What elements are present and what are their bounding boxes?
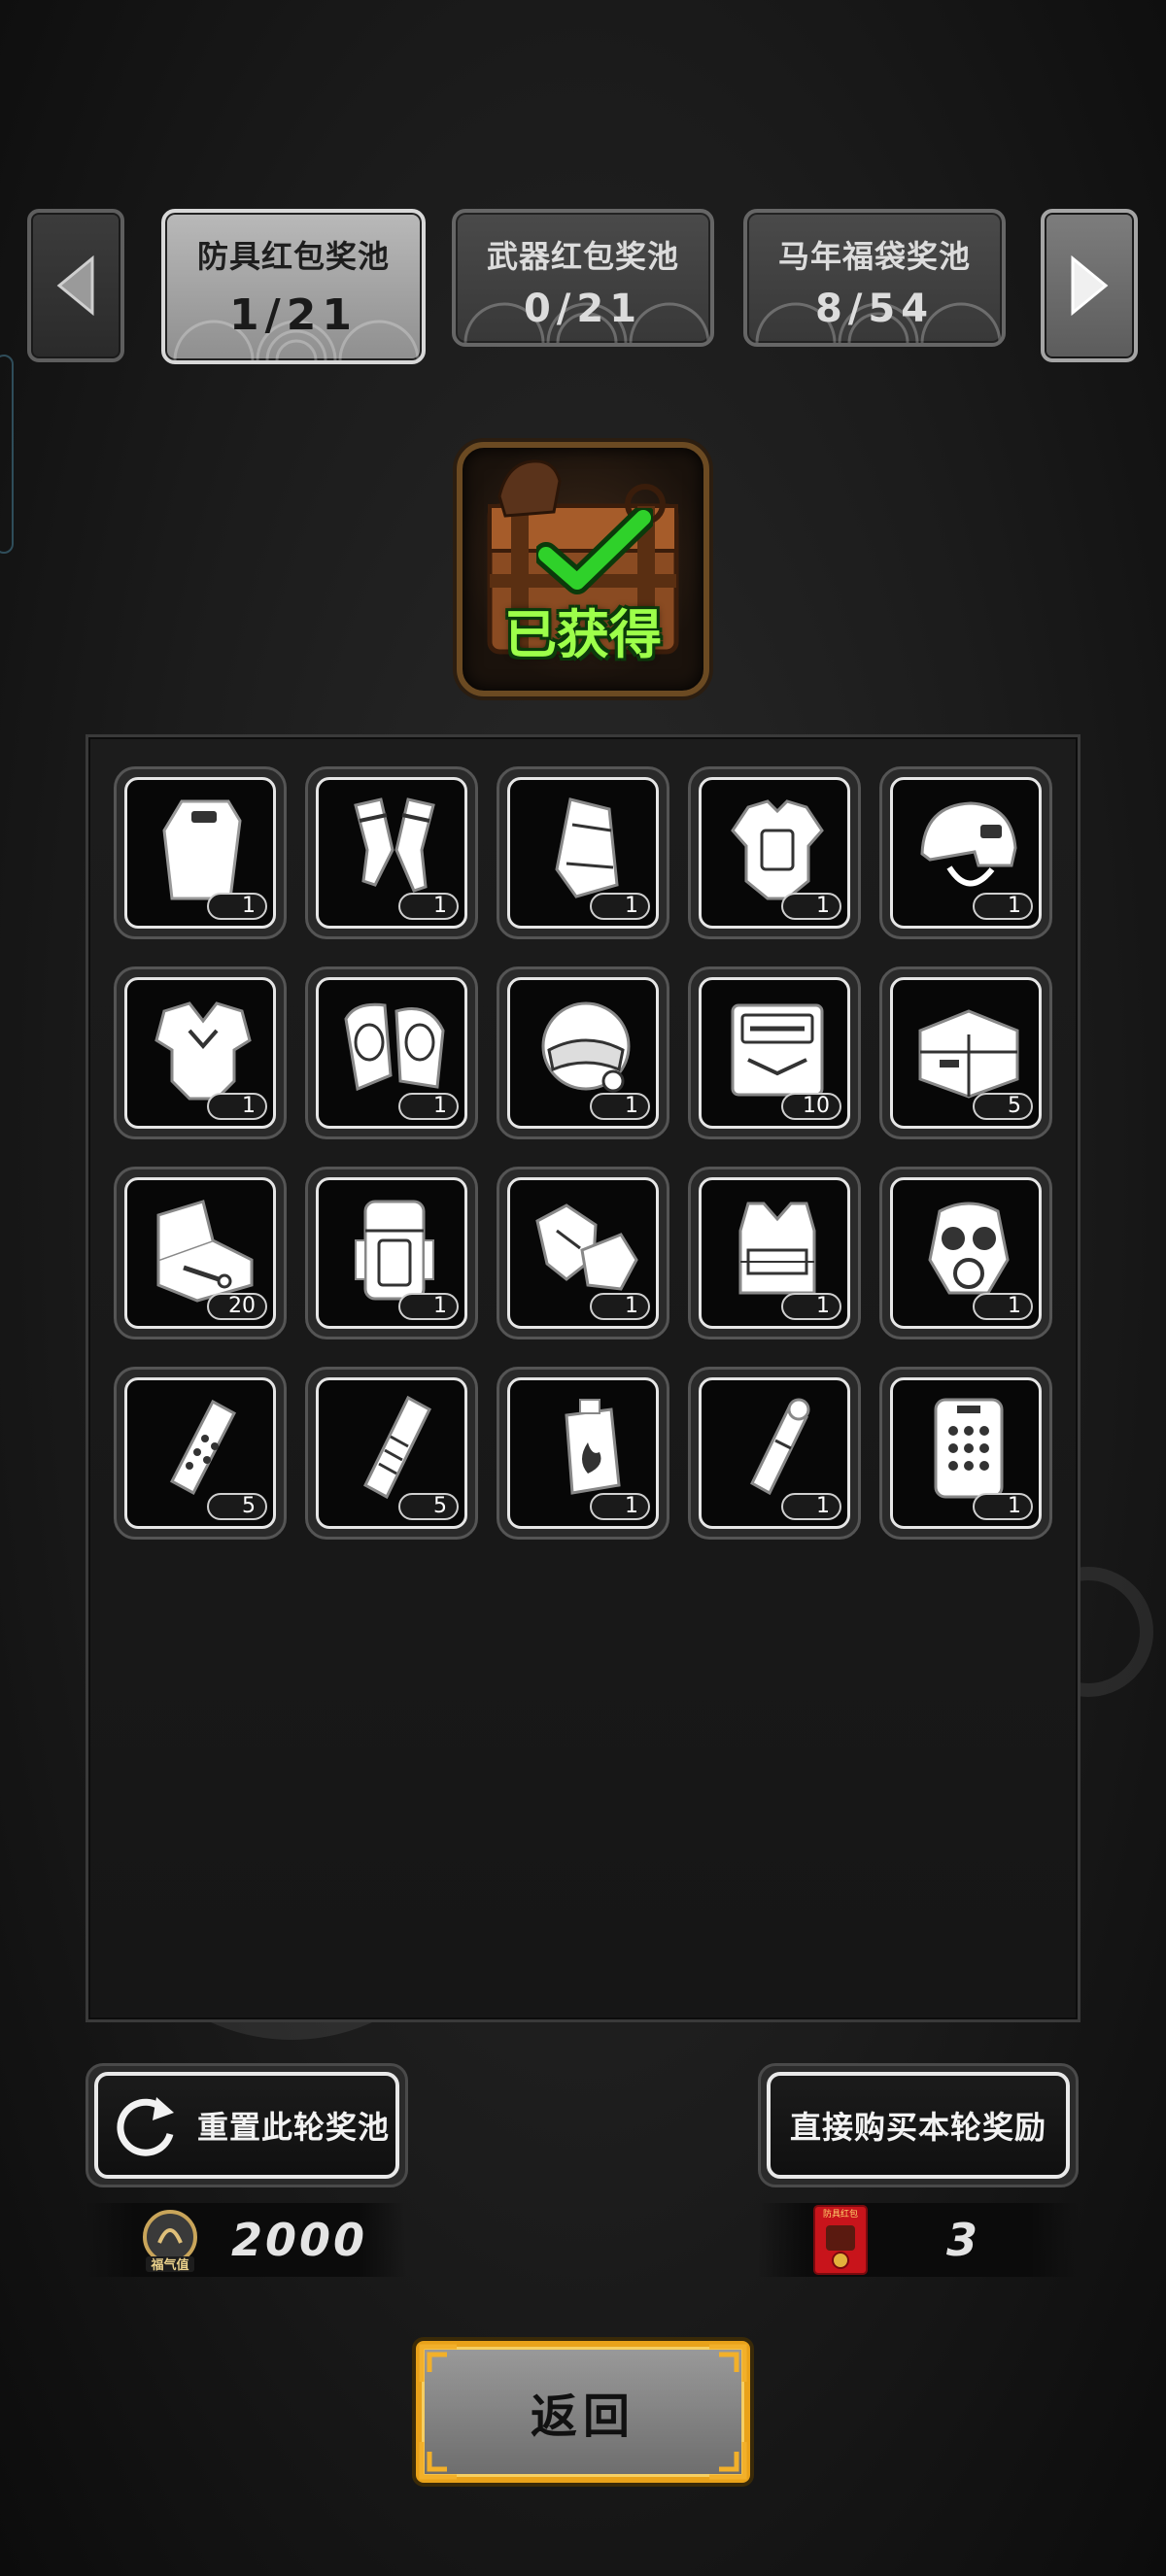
riot-shield-icon [162, 799, 242, 900]
fortune-icon-label: 福气值 [150, 2257, 189, 2272]
reward-item[interactable]: 1 [879, 766, 1052, 939]
item-quantity: 1 [781, 893, 841, 920]
corner-ornament-icon [709, 2344, 747, 2382]
arm-guard-icon [555, 797, 619, 898]
reward-item[interactable]: 1 [879, 1367, 1052, 1540]
previous-tab-button[interactable] [27, 209, 124, 362]
tab-armor-pool[interactable]: 防具红包奖池 1/21 [161, 209, 426, 364]
item-quantity: 1 [590, 893, 650, 920]
tactical-helmet-icon [920, 801, 1017, 887]
buy-round-reward-label: 直接购买本轮奖励 [789, 2109, 1046, 2146]
reward-item[interactable]: 1 [114, 966, 287, 1139]
item-quantity: 1 [207, 893, 267, 920]
tab-progress-count: 0/21 [523, 287, 643, 331]
repair-kit-icon [731, 1003, 824, 1097]
reward-item[interactable]: 5 [305, 1367, 478, 1540]
item-quantity: 1 [398, 1293, 459, 1320]
reset-pool-button[interactable]: 重置此轮奖池 [86, 2063, 408, 2187]
frag-grenade-icon [169, 1399, 237, 1496]
reward-item[interactable]: 5 [114, 1367, 287, 1540]
body-armor-icon [731, 799, 824, 900]
item-quantity: 1 [207, 1093, 267, 1120]
reset-pool-label: 重置此轮奖池 [197, 2109, 391, 2146]
tab-horse-year-pool[interactable]: 马年福袋奖池 8/54 [743, 209, 1006, 347]
armored-vest-icon [154, 1001, 252, 1101]
reward-item[interactable]: 1 [305, 1167, 478, 1339]
return-button[interactable]: 返回 [416, 2341, 750, 2483]
item-quantity: 5 [398, 1493, 459, 1520]
heavy-shield-icon [934, 1398, 1004, 1499]
item-quantity: 1 [973, 1493, 1033, 1520]
reward-item[interactable]: 1 [879, 1167, 1052, 1339]
tab-progress-count: 8/54 [814, 287, 935, 331]
fortune-coin-icon: 福气值 [138, 2208, 202, 2273]
corner-ornament-icon [709, 2442, 747, 2480]
plate-carrier-icon [738, 1202, 816, 1295]
reward-item[interactable]: 10 [688, 966, 861, 1139]
reward-item[interactable]: 1 [497, 966, 669, 1139]
arrow-right-icon [1071, 254, 1109, 317]
item-quantity: 5 [207, 1493, 267, 1520]
check-mark-icon [536, 508, 653, 594]
item-quantity: 1 [398, 893, 459, 920]
reward-item[interactable]: 1 [114, 766, 287, 939]
reward-item[interactable]: 5 [879, 966, 1052, 1139]
gloves-icon [535, 1203, 638, 1291]
visor-helmet-icon [541, 1001, 631, 1093]
incendiary-grenade-icon [565, 1399, 621, 1495]
tab-label: 武器红包奖池 [486, 238, 679, 275]
corner-ornament-icon [419, 2442, 457, 2480]
red-packet-icon-label: 防具红包 [823, 2208, 858, 2220]
stun-grenade-icon [363, 1395, 431, 1500]
reward-item[interactable]: 1 [497, 1367, 669, 1540]
shin-guards-icon [354, 797, 435, 893]
obtained-label: 已获得 [504, 604, 662, 665]
item-quantity: 1 [781, 1493, 841, 1520]
fortune-points-display: 福气值 2000 [86, 2203, 406, 2277]
fortune-points-value: 2000 [231, 2214, 368, 2266]
reward-item[interactable]: 1 [688, 1367, 861, 1540]
tool-case-icon [156, 1200, 254, 1303]
arrow-left-icon [56, 254, 94, 317]
item-quantity: 1 [398, 1093, 459, 1120]
item-quantity: 1 [973, 1293, 1033, 1320]
red-packet-count-display: 防具红包 3 [758, 2203, 1079, 2277]
refresh-icon [117, 2097, 174, 2156]
red-packet-count-value: 3 [946, 2214, 981, 2266]
red-packet-icon: 防具红包 [812, 2204, 869, 2276]
reward-item[interactable]: 1 [497, 766, 669, 939]
next-tab-button[interactable] [1041, 209, 1138, 362]
obtained-chest[interactable]: 已获得 [457, 442, 709, 696]
return-label: 返回 [530, 2390, 635, 2444]
backpack-icon [355, 1200, 434, 1301]
reward-grid-panel: 1 1 1 1 1 1 1 1 10 5 20 1 1 1 1 5 5 1 1 … [86, 734, 1080, 2022]
item-quantity: 1 [973, 893, 1033, 920]
tab-progress-count: 1/21 [229, 290, 358, 340]
item-quantity: 1 [781, 1293, 841, 1320]
reward-item[interactable]: 1 [305, 966, 478, 1139]
reward-item[interactable]: 1 [688, 1167, 861, 1339]
buy-round-reward-button[interactable]: 直接购买本轮奖励 [758, 2063, 1079, 2187]
knee-pads-icon [344, 1002, 445, 1092]
reward-item[interactable]: 20 [114, 1167, 287, 1339]
reward-item[interactable]: 1 [497, 1167, 669, 1339]
side-edge-decoration [0, 355, 14, 554]
smoke-grenade-icon [750, 1398, 810, 1496]
item-quantity: 1 [590, 1093, 650, 1120]
tab-label: 防具红包奖池 [196, 238, 390, 275]
item-quantity: 5 [973, 1093, 1033, 1120]
toolbox-icon [918, 1009, 1019, 1099]
tab-label: 马年福袋奖池 [777, 238, 971, 275]
gas-mask-icon [928, 1202, 1010, 1295]
item-quantity: 1 [590, 1493, 650, 1520]
pool-tab-bar: 防具红包奖池 1/21 武器红包奖池 0/21 马年福袋奖池 8/54 [27, 209, 1140, 364]
corner-ornament-icon [419, 2344, 457, 2382]
tab-weapon-pool[interactable]: 武器红包奖池 0/21 [452, 209, 714, 347]
item-quantity: 1 [590, 1293, 650, 1320]
item-quantity: 20 [207, 1293, 267, 1320]
reward-item[interactable]: 1 [688, 766, 861, 939]
reward-item[interactable]: 1 [305, 766, 478, 939]
item-quantity: 10 [781, 1093, 841, 1120]
